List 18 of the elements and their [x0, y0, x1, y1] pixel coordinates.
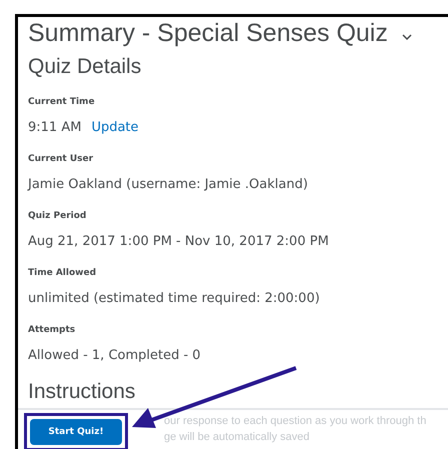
chevron-down-icon[interactable]	[402, 34, 412, 40]
detail-label: Attempts	[27, 324, 76, 337]
start-quiz-button[interactable]: Start Quiz!	[30, 419, 122, 445]
update-link[interactable]: Update	[91, 120, 139, 144]
section-heading: Quiz Details	[27, 54, 142, 80]
detail-label: Time Allowed	[27, 267, 98, 280]
detail-value: unlimited (estimated time required: 2:00:00)	[28, 291, 320, 308]
detail-label: Quiz Period	[27, 210, 88, 223]
instructions-text: our response to each question as you work through th	[164, 415, 426, 429]
detail-value: Allowed - 1, Completed - 0	[28, 348, 201, 365]
section-heading: Instructions	[27, 379, 136, 405]
page-title: Summary - Special Senses Quiz	[28, 18, 388, 48]
detail-label: Current User	[27, 153, 94, 166]
detail-value: 9:11 AM	[28, 120, 82, 137]
detail-value: Jamie Oakland (username: Jamie .Oakland)	[28, 177, 308, 194]
detail-label: Current Time	[27, 96, 96, 109]
instructions-text: ge will be automatically saved	[164, 431, 310, 445]
detail-value: Aug 21, 2017 1:00 PM - Nov 10, 2017 2:00 PM	[28, 234, 329, 251]
